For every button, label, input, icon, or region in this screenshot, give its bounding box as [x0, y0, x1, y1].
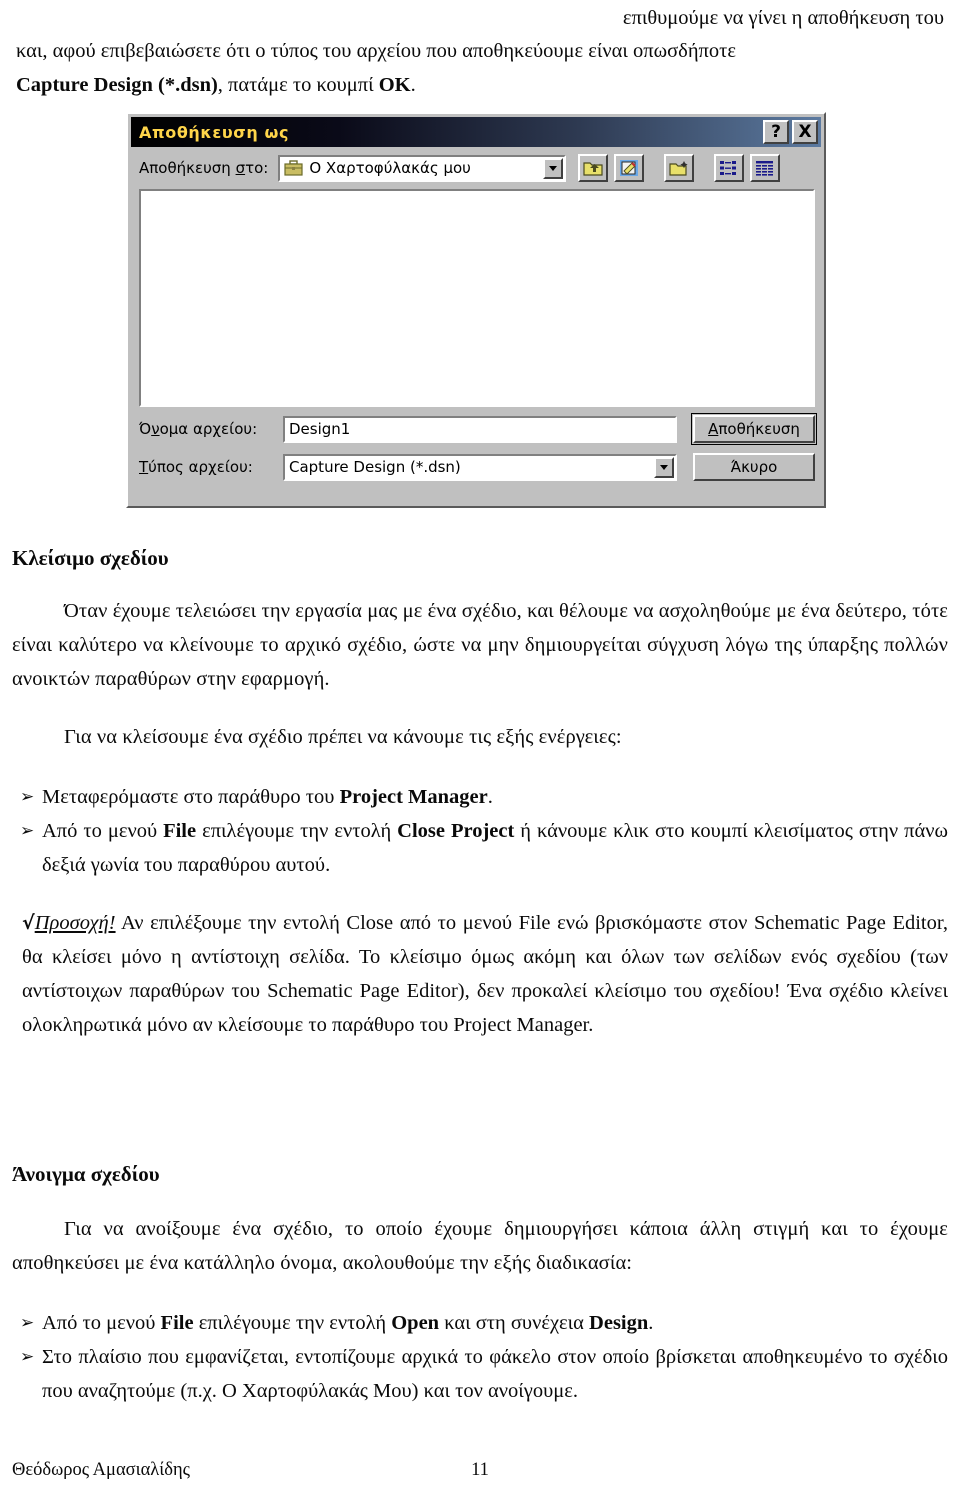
look-in-label: Αποθήκευση στο: [139, 159, 269, 177]
list-item: ➢ Μεταφερόμαστε στο παράθυρο του Project… [8, 780, 952, 814]
dialog-bottom-area: Όνομα αρχείου: Design1 Αποθήκευση Τύπος … [139, 413, 817, 481]
dialog-title: Αποθήκευση ως [139, 122, 290, 142]
help-button[interactable]: ? [763, 120, 789, 144]
bullet-arrow-icon: ➢ [20, 1347, 35, 1367]
warning-body: Αν επιλέξουμε την εντολή Close από το με… [22, 912, 948, 1036]
save-button[interactable]: Αποθήκευση [691, 413, 817, 445]
warning-label: Προσοχή! [34, 912, 116, 934]
look-in-row: Αποθήκευση στο: Ο Χαρτοφύλακάς μου [131, 147, 821, 187]
section-close-design: Κλείσιμο σχεδίου Όταν έχουμε τελειώσει τ… [8, 544, 952, 1042]
close-warning-note: √Προσοχή! Αν επιλέξουμε την εντολή Close… [8, 906, 952, 1042]
file-list-pane[interactable] [139, 189, 815, 407]
file-type-dropdown-arrow[interactable] [654, 456, 674, 478]
file-name-label: Όνομα αρχείου: [139, 420, 258, 438]
intro-block: επιθυμούμε να γίνει η αποθήκευση του και… [8, 2, 952, 102]
look-in-dropdown-arrow[interactable] [543, 157, 564, 179]
look-in-combobox[interactable]: Ο Χαρτοφύλακάς μου [278, 154, 567, 182]
list-item-text: Στο πλαίσιο που εμφανίζεται, εντοπίζουμε… [42, 1346, 948, 1402]
intro-end-text: . [410, 74, 416, 96]
list-item: ➢ Από το μενού File επιλέγουμε την εντολ… [8, 814, 952, 882]
list-item: ➢ Στο πλαίσιο που εμφανίζεται, εντοπίζου… [8, 1340, 952, 1408]
list-item: ➢ Από το μενού File επιλέγουμε την εντολ… [8, 1306, 952, 1340]
briefcase-icon [284, 159, 303, 177]
file-name-input[interactable]: Design1 [283, 415, 677, 443]
bullet-arrow-icon: ➢ [20, 787, 35, 807]
intro-bold-ok: OK [378, 74, 411, 96]
details-view-icon[interactable] [750, 154, 781, 182]
dialog-toolbar [578, 154, 781, 182]
intro-bold-filetype: Capture Design (*.dsn) [16, 74, 218, 96]
up-one-level-icon[interactable] [578, 154, 609, 182]
look-in-value: Ο Χαρτοφύλακάς μου [309, 159, 471, 177]
close-button[interactable]: X [792, 120, 818, 144]
close-paragraph-1: Όταν έχουμε τελειώσει την εργασία μας με… [12, 600, 948, 690]
open-paragraph-1: Για να ανοίξουμε ένα σχέδιο, το οποίο έχ… [12, 1218, 948, 1274]
close-paragraph-2: Για να κλείσουμε ένα σχέδιο πρέπει να κά… [64, 726, 622, 748]
list-view-icon[interactable] [714, 154, 745, 182]
file-type-value: Capture Design (*.dsn) [289, 458, 461, 476]
section-open-design: Άνοιγμα σχεδίου Για να ανοίξουμε ένα σχέ… [8, 1160, 952, 1408]
document-page: επιθυμούμε να γίνει η αποθήκευση του και… [0, 2, 960, 1494]
list-item-text: Από το μενού File επιλέγουμε την εντολή … [42, 1312, 654, 1334]
list-item-text: Από το μενού File επιλέγουμε την εντολή … [42, 820, 948, 876]
intro-line-1: επιθυμούμε να γίνει η αποθήκευση του [622, 7, 944, 29]
file-type-row: Τύπος αρχείου: Capture Design (*.dsn) Άκ… [139, 453, 815, 481]
intro-line-3: Capture Design (*.dsn), πατάμε το κουμπί… [16, 68, 948, 102]
list-item-text: Μεταφερόμαστε στο παράθυρο του Project M… [42, 786, 493, 808]
file-name-row: Όνομα αρχείου: Design1 Αποθήκευση [139, 413, 817, 445]
file-type-label: Τύπος αρχείου: [139, 458, 253, 476]
intro-line-2: και, αφού επιβεβαιώσετε ότι ο τύπος του … [16, 40, 737, 62]
new-folder-icon[interactable] [664, 154, 695, 182]
file-type-combobox[interactable]: Capture Design (*.dsn) [283, 453, 677, 481]
open-bullet-list: ➢ Από το μενού File επιλέγουμε την εντολ… [8, 1306, 952, 1408]
close-bullet-list: ➢ Μεταφερόμαστε στο παράθυρο του Project… [8, 780, 952, 882]
save-as-dialog: Αποθήκευση ως ? X Αποθήκευση στο: Ο Χαρτ… [126, 112, 826, 508]
bullet-arrow-icon: ➢ [20, 821, 35, 841]
cancel-button[interactable]: Άκυρο [693, 453, 815, 481]
create-shortcut-icon[interactable] [614, 154, 645, 182]
bullet-arrow-icon: ➢ [20, 1313, 35, 1333]
heading-close-design: Κλείσιμο σχεδίου [12, 546, 169, 570]
footer-page-number: 11 [471, 1460, 489, 1480]
save-as-dialog-figure: Αποθήκευση ως ? X Αποθήκευση στο: Ο Χαρτ… [126, 112, 826, 508]
heading-open-design: Άνοιγμα σχεδίου [12, 1162, 160, 1186]
page-footer: Θεόδωρος Αμασιαλίδης 11 [8, 1458, 952, 1482]
check-mark-icon: √ [22, 912, 35, 934]
dialog-titlebar: Αποθήκευση ως ? X [131, 117, 821, 147]
intro-mid-text: , πατάμε το κουμπί [217, 74, 379, 96]
